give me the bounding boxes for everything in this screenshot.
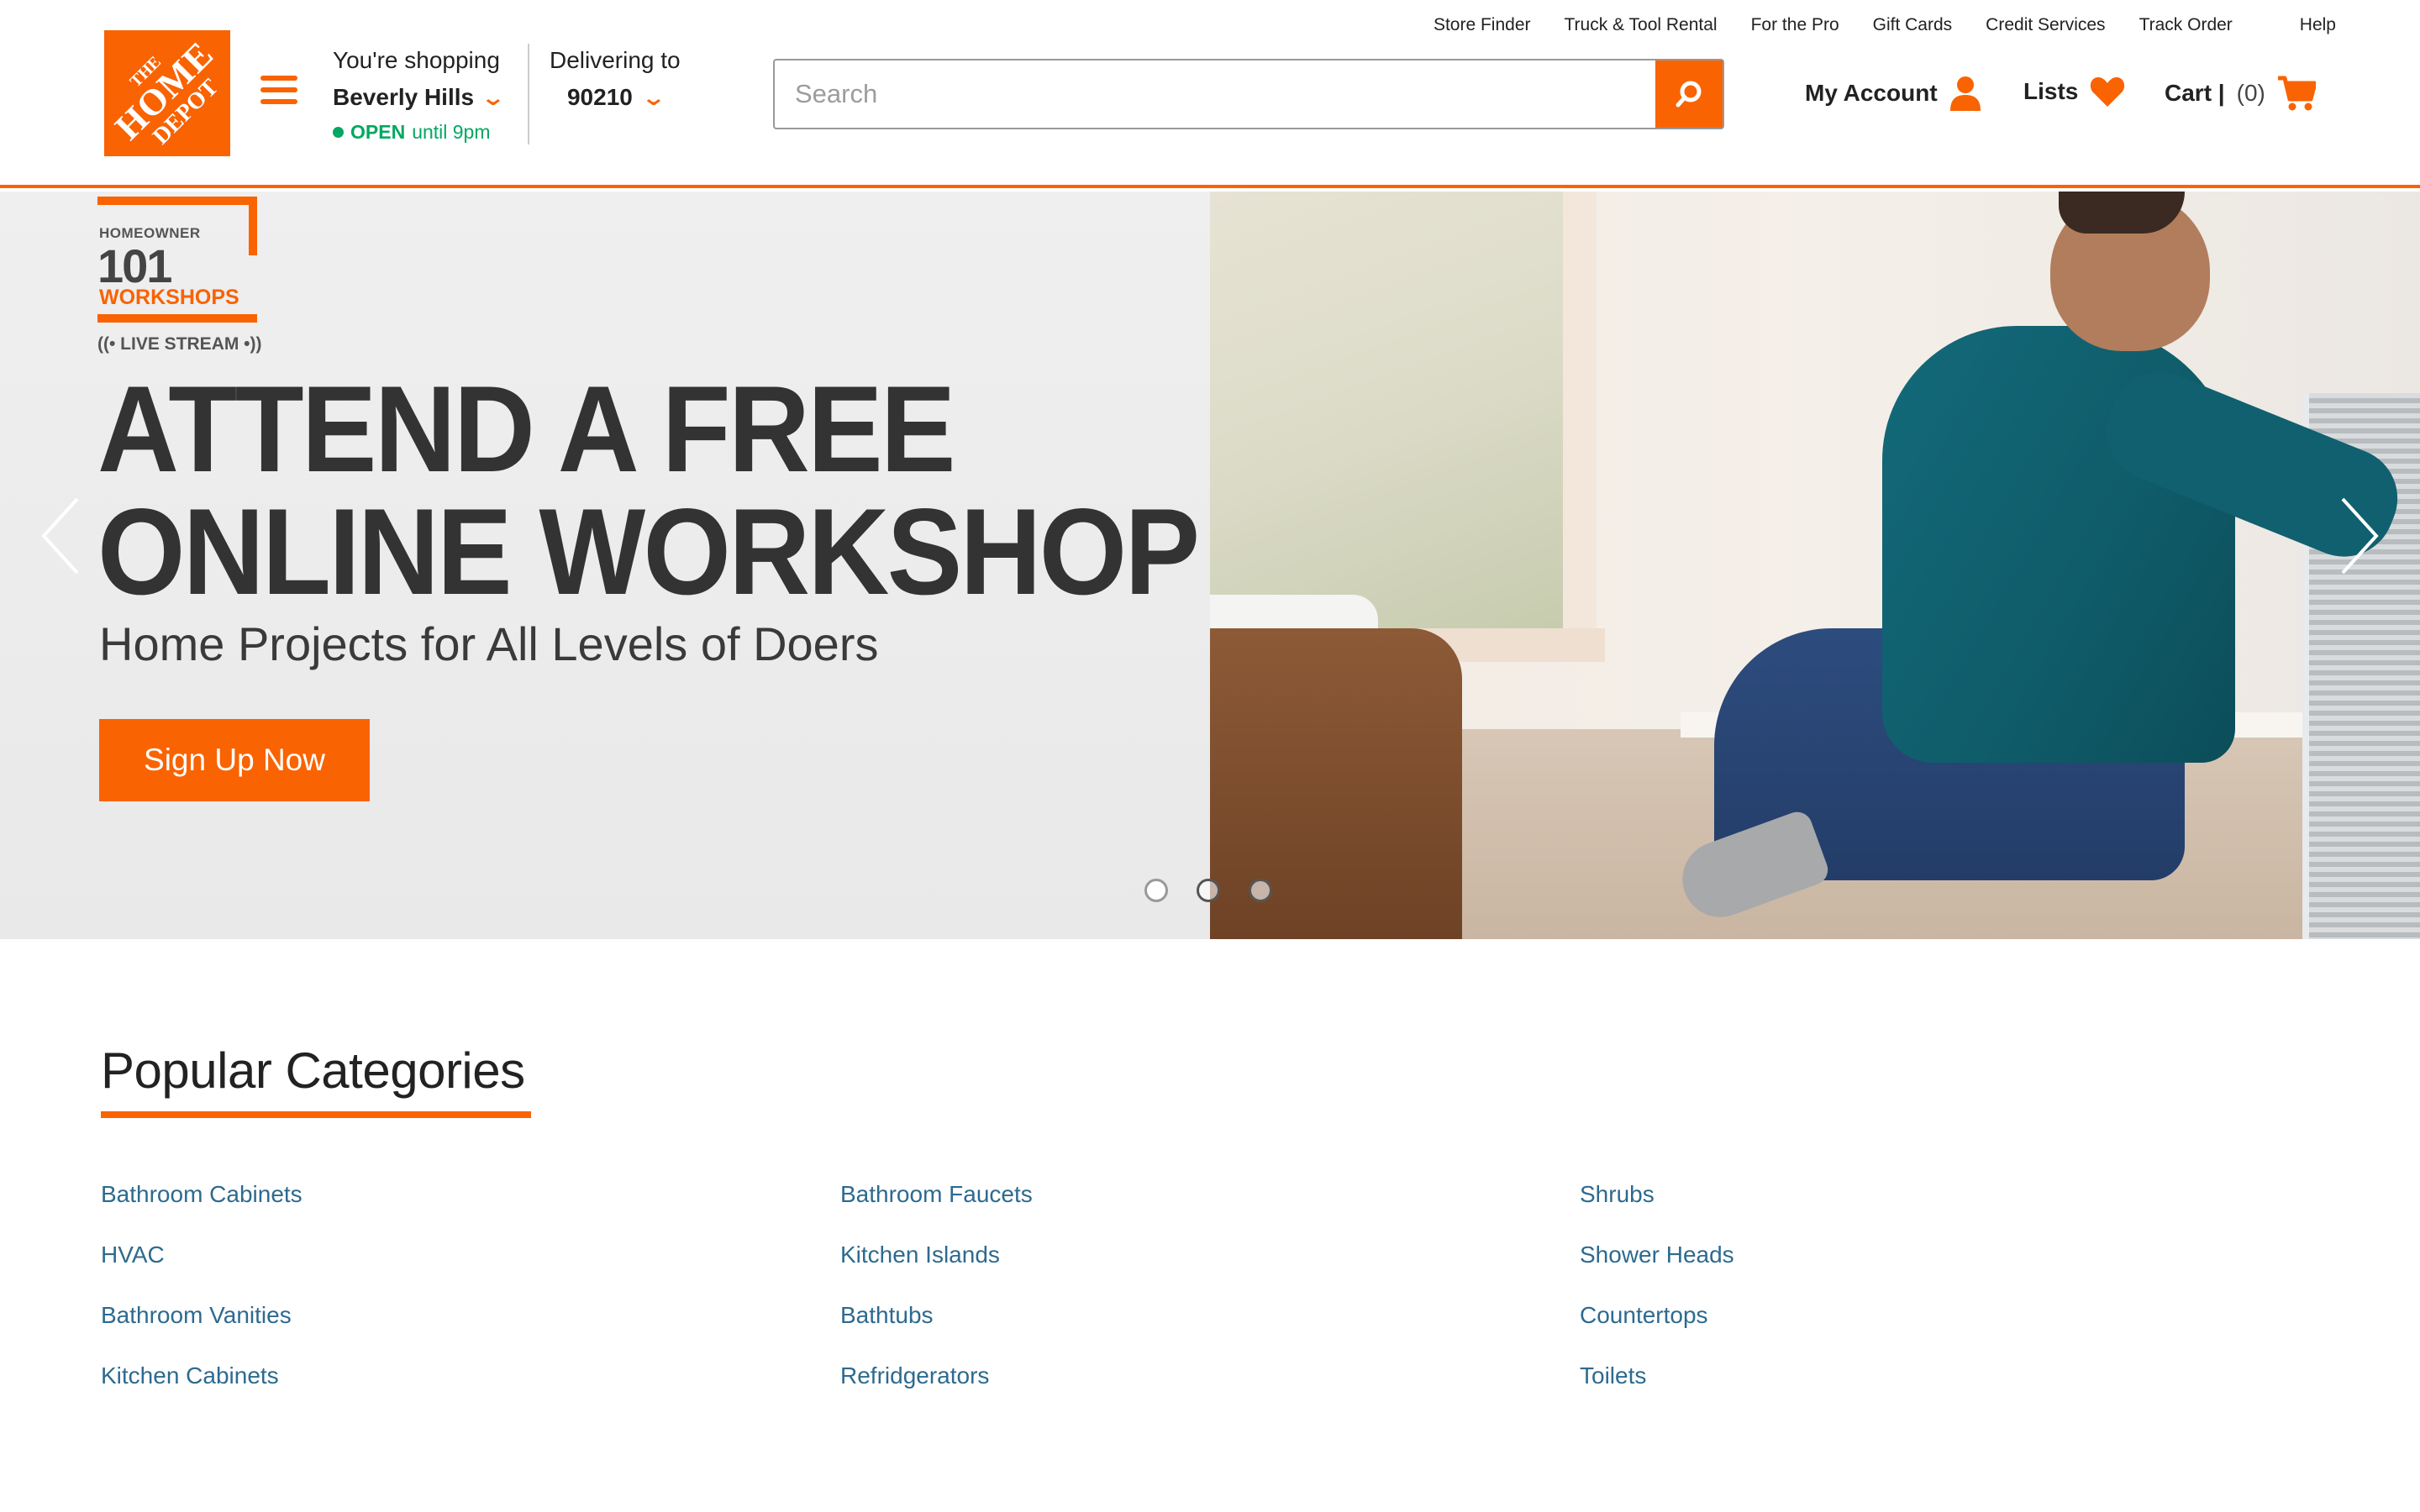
carousel-dot-1[interactable] [1144,879,1168,902]
category-link[interactable]: Toilets [1580,1359,2319,1420]
home-depot-logo[interactable]: THE HOME DEPOT [104,30,230,156]
page: Store Finder Truck & Tool Rental For the… [0,0,2420,1512]
homeowner-101-workshops-badge: HOMEOWNER 101 WORKSHOPS [97,197,257,323]
category-link[interactable]: Bathroom Faucets [840,1178,1580,1238]
utility-link-for-the-pro[interactable]: For the Pro [1751,15,1839,35]
category-column-3: Shrubs Shower Heads Countertops Toilets [1580,1178,2319,1420]
category-column-2: Bathroom Faucets Kitchen Islands Bathtub… [840,1178,1580,1420]
search-button[interactable] [1655,60,1723,128]
utility-link-store-finder[interactable]: Store Finder [1434,15,1531,35]
sign-up-now-button[interactable]: Sign Up Now [99,719,370,801]
category-link[interactable]: Shower Heads [1580,1238,2319,1299]
store-hours: OPEN until 9pm [333,121,502,144]
delivery-zip-selector[interactable]: Delivering to 90210 ⌄ [550,47,681,111]
utility-link-credit-services[interactable]: Credit Services [1986,15,2105,35]
logo-wordmark: THE HOME DEPOT [104,30,230,156]
hero-photo [1210,192,2420,939]
badge-workshops-text: WORKSHOPS [99,286,239,309]
search-bar [773,59,1724,129]
site-header: Store Finder Truck & Tool Rental For the… [0,0,2420,188]
hamburger-menu-icon[interactable] [260,76,297,109]
delivery-zip-row[interactable]: 90210 ⌄ [550,84,681,111]
cart-count: (0) [2236,80,2265,106]
store-open-status: OPEN [350,121,406,143]
cart-link[interactable]: Cart | (0) [2165,76,2316,111]
my-account-label: My Account [1805,80,1938,106]
carousel-prev-arrow-icon[interactable] [37,494,87,578]
delivery-label: Delivering to [550,47,681,73]
category-link[interactable]: Refridgerators [840,1359,1580,1420]
my-account-link[interactable]: My Account [1805,76,1981,111]
live-stream-label: ((• LIVE STREAM •)) [97,334,262,354]
utility-link-track-order[interactable]: Track Order [2139,15,2233,35]
chevron-down-icon: ⌄ [480,84,507,110]
hero-headline-line-1: ATTEND A FREE [97,360,956,497]
title-underline [101,1111,531,1118]
store-name-row[interactable]: Beverly Hills ⌄ [333,84,506,111]
store-selector[interactable]: You're shopping Beverly Hills ⌄ OPEN unt… [333,47,506,144]
utility-link-gift-cards[interactable]: Gift Cards [1873,15,1953,35]
user-icon [1949,76,1981,111]
carousel-dot-2[interactable] [1197,879,1220,902]
delivery-zip: 90210 [566,84,633,110]
lists-label: Lists [2023,78,2079,104]
shopping-cart-icon [2277,76,2316,111]
category-link[interactable]: Kitchen Cabinets [101,1359,840,1420]
utility-link-truck-tool-rental[interactable]: Truck & Tool Rental [1565,15,1718,35]
carousel-dot-3[interactable] [1249,879,1272,902]
search-icon [1676,81,1702,108]
heart-icon [2091,77,2125,107]
hero-subheadline: Home Projects for All Levels of Doers [99,617,879,670]
search-input[interactable] [775,60,1655,128]
hero-text-panel: HOMEOWNER 101 WORKSHOPS ((• LIVE STREAM … [0,192,1210,939]
hero-headline-line-2: ONLINE WORKSHOP [97,483,1200,620]
carousel-dots [1144,879,1272,902]
chevron-down-icon: ⌄ [640,84,667,110]
carousel-next-arrow-icon[interactable] [2333,494,2383,578]
utility-nav: Store Finder Truck & Tool Rental For the… [1434,15,2336,35]
store-label: You're shopping [333,47,500,73]
popular-categories: Popular Categories Bathroom Cabinets HVA… [101,1042,2319,1389]
category-link[interactable]: HVAC [101,1238,840,1299]
hero-headline: ATTEND A FREE ONLINE WORKSHOP [97,360,1200,620]
category-link[interactable]: Countertops [1580,1299,2319,1359]
store-hours-text: until 9pm [412,121,491,143]
utility-link-help[interactable]: Help [2300,15,2336,35]
lists-link[interactable]: Lists [2023,76,2125,108]
category-grid: Bathroom Cabinets HVAC Bathroom Vanities… [101,1178,2319,1420]
category-link[interactable]: Bathroom Cabinets [101,1178,840,1238]
store-name: Beverly Hills [333,84,475,110]
header-divider [528,44,529,144]
category-link[interactable]: Bathroom Vanities [101,1299,840,1359]
open-status-dot-icon [333,127,344,138]
popular-categories-title: Popular Categories [101,1042,525,1099]
category-link[interactable]: Kitchen Islands [840,1238,1580,1299]
category-link[interactable]: Shrubs [1580,1178,2319,1238]
cart-label: Cart | [2165,80,2225,106]
category-column-1: Bathroom Cabinets HVAC Bathroom Vanities… [101,1178,840,1420]
hero-carousel: HOMEOWNER 101 WORKSHOPS ((• LIVE STREAM … [0,192,2420,939]
category-link[interactable]: Bathtubs [840,1299,1580,1359]
